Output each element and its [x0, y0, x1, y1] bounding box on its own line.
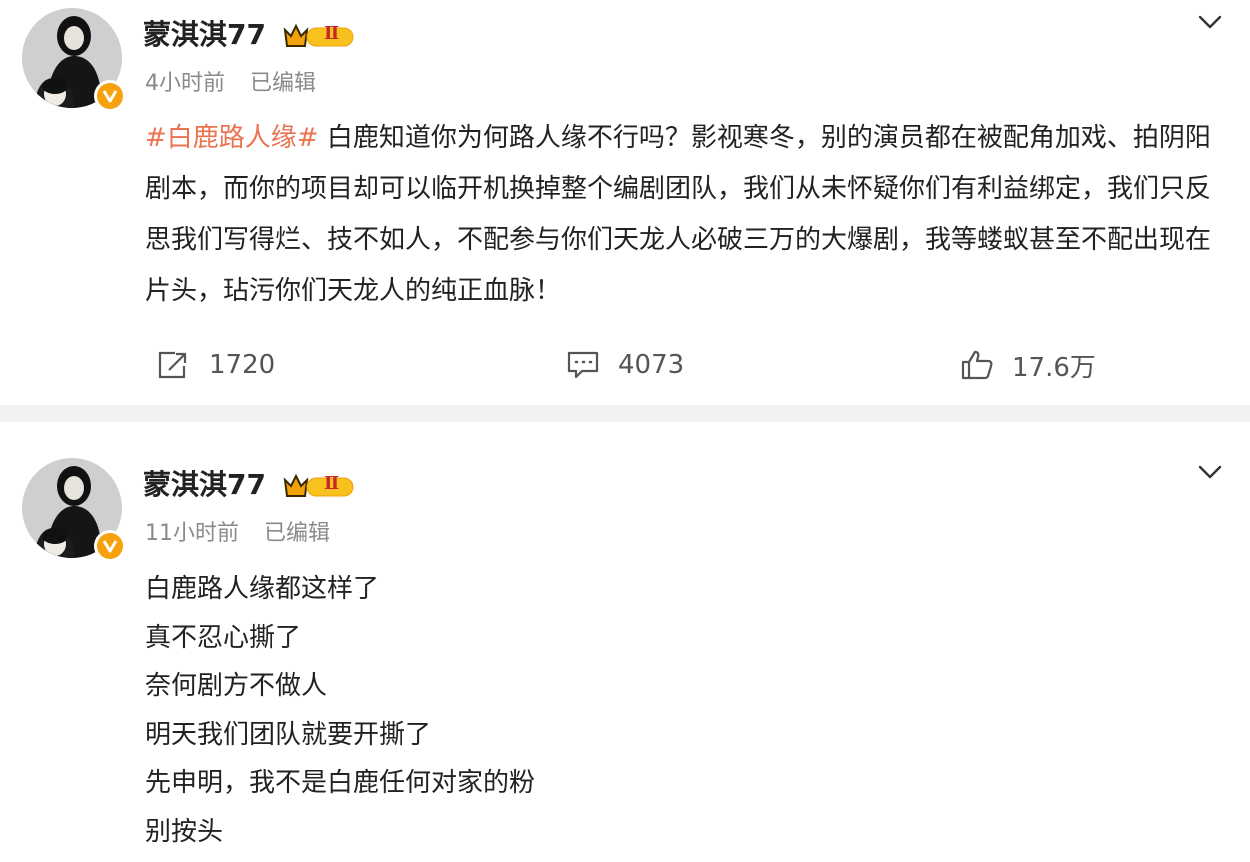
comment-button[interactable]: 4073 — [566, 340, 684, 390]
share-button[interactable]: 1720 — [155, 340, 275, 390]
post-line: 先申明，我不是白鹿任何对家的粉 — [145, 768, 536, 798]
crown-level-badge: Ⅱ — [282, 22, 356, 50]
username[interactable]: 蒙淇淇77 — [143, 16, 266, 54]
chevron-down-icon[interactable] — [1196, 460, 1224, 484]
like-icon — [961, 350, 993, 380]
username[interactable]: 蒙淇淇77 — [143, 466, 266, 504]
edited-label[interactable]: 已编辑 — [250, 71, 316, 96]
action-bar: 1720 4073 17.6万 — [0, 340, 1250, 390]
comment-icon — [567, 351, 599, 379]
post-time[interactable]: 11小时前 — [145, 521, 239, 546]
post-line: 明天我们团队就要开撕了 — [145, 719, 432, 750]
share-icon — [158, 351, 187, 379]
post-line: 真不忍心撕了 — [145, 622, 302, 653]
chevron-down-icon[interactable] — [1196, 10, 1224, 34]
verified-v-icon — [94, 530, 126, 562]
post-line: 别按头 — [145, 816, 224, 847]
post-meta: 4小时前 已编辑 — [145, 68, 334, 100]
level-text: Ⅱ — [324, 473, 340, 494]
avatar[interactable] — [22, 8, 126, 112]
post-card: 蒙淇淇77 Ⅱ 4小时前 已编辑 #白鹿路人缘# 白鹿知道你为何路人缘不行吗？影… — [0, 0, 1250, 405]
comment-count: 4073 — [618, 350, 685, 380]
post-time[interactable]: 4小时前 — [145, 71, 225, 96]
topic-link[interactable]: #白鹿路人缘# — [145, 123, 319, 153]
like-count: 17.6万 — [1012, 352, 1096, 383]
level-text: Ⅱ — [324, 23, 340, 44]
post-separator — [0, 405, 1250, 422]
post-line: 奈何剧方不做人 — [145, 671, 328, 701]
like-button[interactable]: 17.6万 — [960, 340, 1096, 390]
share-count: 1720 — [209, 350, 276, 380]
post-line: 白鹿路人缘都这样了 — [145, 574, 380, 604]
verified-v-icon — [94, 80, 126, 112]
crown-level-badge: Ⅱ — [282, 472, 356, 500]
post-meta: 11小时前 已编辑 — [145, 518, 348, 550]
edited-label[interactable]: 已编辑 — [264, 521, 330, 546]
avatar[interactable] — [22, 458, 126, 562]
post-text: #白鹿路人缘# 白鹿知道你为何路人缘不行吗？影视寒冬，别的演员都在被配角加戏、拍… — [145, 113, 1225, 317]
post-text: 白鹿路人缘都这样了 真不忍心撕了 奈何剧方不做人 明天我们团队就要开撕了 先申明… — [145, 565, 535, 856]
